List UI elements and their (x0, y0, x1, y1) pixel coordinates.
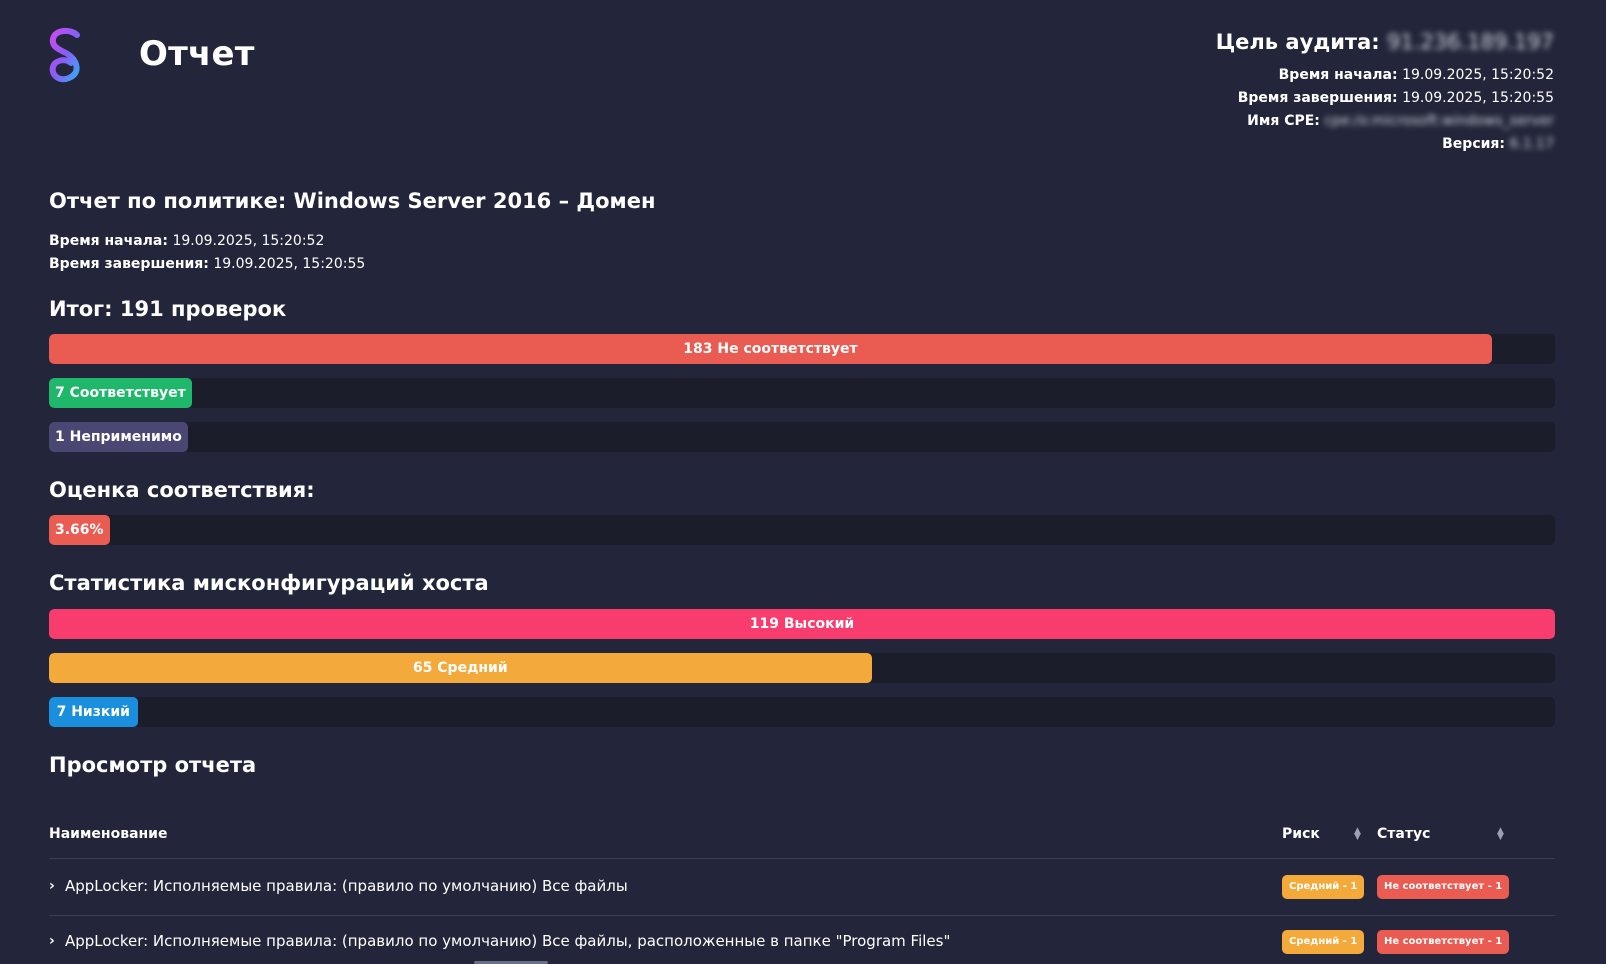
misconfig-bar-medium-label: 65 Средний (412, 660, 508, 676)
chevron-right-icon[interactable]: › (49, 878, 55, 894)
audit-cpe-value: cpe:/o:microsoft:windows_server (1324, 113, 1554, 129)
chevron-right-icon[interactable]: › (49, 933, 55, 949)
misconfig-bar-medium: 65 Средний (49, 653, 1555, 683)
status-badge: Не соответствует - 1 (1377, 930, 1510, 954)
misconfig-bar-high-fill: 119 Высокий (49, 609, 1555, 639)
audit-start-value: 19.09.2025, 15:20:52 (1402, 67, 1554, 83)
audit-cpe: Имя CPE: cpe:/o:microsoft:windows_server (1216, 110, 1554, 133)
summary-bar-compliant-label: 7 Соответствует (55, 385, 186, 401)
audit-end-value: 19.09.2025, 15:20:55 (1402, 90, 1554, 106)
summary-title: Итог: 191 проверок (49, 297, 287, 321)
misconfig-title: Статистика мисконфигураций хоста (49, 571, 489, 595)
summary-bar-not-applicable-fill: 1 Неприменимо (49, 422, 188, 452)
page-title: Отчет (139, 34, 255, 74)
summary-bar-noncompliant: 183 Не соответствует (49, 334, 1555, 364)
summary-bar-compliant-fill: 7 Соответствует (49, 378, 192, 408)
column-header-name: Наименование (49, 826, 168, 842)
column-header-risk[interactable]: Риск (1282, 826, 1320, 842)
compliance-bar-fill: 3.66% (49, 515, 110, 545)
app-logo-icon (49, 27, 80, 83)
summary-bar-not-applicable: 1 Неприменимо (49, 422, 1555, 452)
risk-badge: Средний - 1 (1282, 875, 1365, 899)
compliance-title: Оценка соответствия: (49, 478, 315, 502)
policy-end-time: Время завершения: 19.09.2025, 15:20:55 (49, 253, 365, 276)
policy-start-time: Время начала: 19.09.2025, 15:20:52 (49, 230, 365, 253)
row-name: AppLocker: Исполняемые правила: (правило… (65, 877, 628, 895)
audit-target-label: Цель аудита: (1215, 30, 1380, 54)
audit-end-label: Время завершения: (1237, 90, 1398, 106)
summary-bar-noncompliant-label: 183 Не соответствует (683, 341, 858, 357)
audit-info: Цель аудита: 91.236.189.197 Время начала… (1216, 30, 1554, 156)
audit-start-label: Время начала: (1278, 67, 1398, 83)
audit-end-time: Время завершения: 19.09.2025, 15:20:55 (1216, 87, 1554, 110)
table-row[interactable]: › AppLocker: Исполняемые правила: (прави… (49, 914, 1555, 964)
audit-target-value: 91.236.189.197 (1387, 30, 1554, 54)
policy-end-value: 19.09.2025, 15:20:55 (213, 256, 366, 272)
policy-title: Отчет по политике: Windows Server 2016 –… (49, 189, 656, 213)
row-name: AppLocker: Исполняемые правила: (правило… (65, 932, 951, 950)
column-header-status[interactable]: Статус (1377, 826, 1430, 842)
policy-times: Время начала: 19.09.2025, 15:20:52 Время… (49, 230, 365, 276)
report-view-title: Просмотр отчета (49, 753, 257, 777)
compliance-bar-label: 3.66% (55, 522, 104, 538)
risk-badge: Средний - 1 (1282, 930, 1365, 954)
summary-bar-noncompliant-fill: 183 Не соответствует (49, 334, 1492, 364)
misconfig-bar-low-label: 7 Низкий (56, 704, 130, 720)
status-sort-icon[interactable]: ▲ ▼ (1497, 827, 1504, 842)
table-row[interactable]: › AppLocker: Исполняемые правила: (прави… (49, 859, 1555, 916)
misconfig-bar-medium-fill: 65 Средний (49, 653, 872, 683)
status-badge: Не соответствует - 1 (1377, 875, 1510, 899)
misconfig-bar-high-label: 119 Высокий (749, 616, 855, 632)
audit-start-time: Время начала: 19.09.2025, 15:20:52 (1216, 64, 1554, 87)
audit-cpe-label: Имя CPE: (1247, 113, 1320, 129)
audit-version-value: 6.1.17 (1509, 136, 1554, 152)
audit-version-label: Версия: (1442, 136, 1506, 152)
misconfig-bar-low-fill: 7 Низкий (49, 697, 138, 727)
policy-start-value: 19.09.2025, 15:20:52 (172, 233, 325, 249)
misconfig-bar-low: 7 Низкий (49, 697, 1555, 727)
summary-bar-not-applicable-label: 1 Неприменимо (55, 429, 182, 445)
audit-target-heading: Цель аудита: 91.236.189.197 (1216, 30, 1554, 54)
policy-start-label: Время начала: (49, 233, 168, 249)
summary-bar-compliant: 7 Соответствует (49, 378, 1555, 408)
compliance-bar: 3.66% (49, 515, 1555, 545)
misconfig-bar-high: 119 Высокий (49, 609, 1555, 639)
report-table-header: Наименование Риск ▲ ▼ Статус ▲ ▼ (49, 820, 1555, 859)
policy-end-label: Время завершения: (49, 256, 209, 272)
report-page: Отчет Цель аудита: 91.236.189.197 Время … (0, 0, 1606, 964)
risk-sort-icon[interactable]: ▲ ▼ (1354, 827, 1361, 842)
audit-version: Версия: 6.1.17 (1216, 133, 1554, 156)
